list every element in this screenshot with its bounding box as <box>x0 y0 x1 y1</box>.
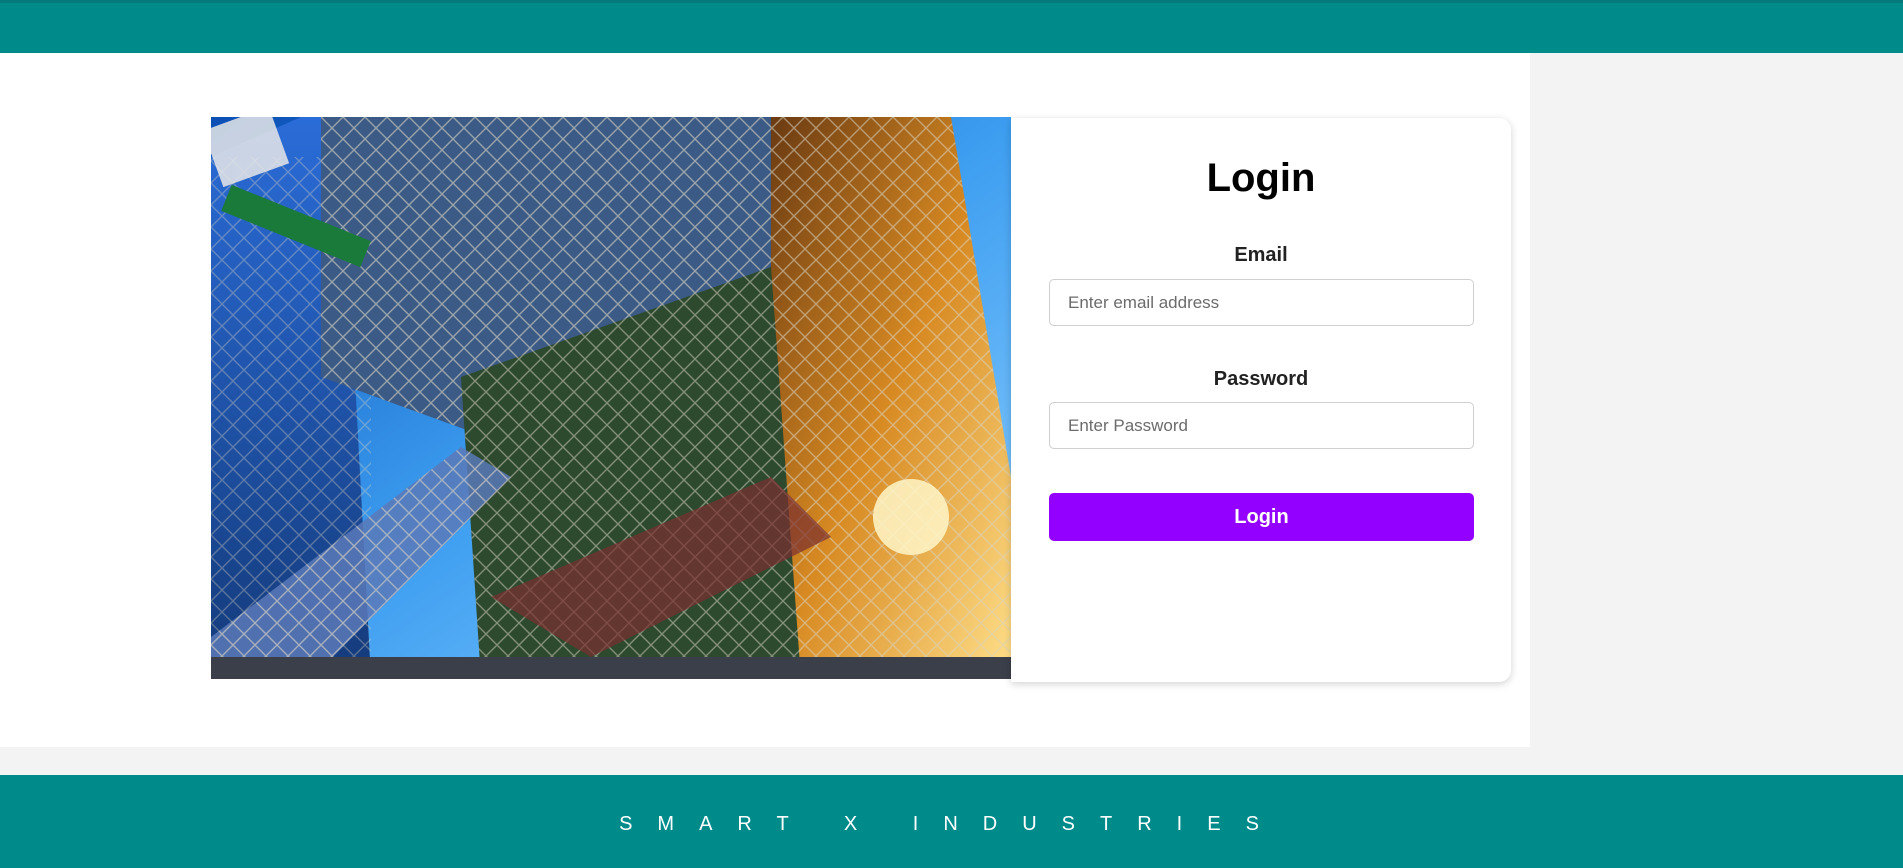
login-button[interactable]: Login <box>1049 493 1474 541</box>
password-label: Password <box>1213 368 1309 390</box>
password-field[interactable] <box>1049 402 1474 449</box>
email-field[interactable] <box>1049 279 1474 326</box>
login-title: Login <box>1206 156 1316 200</box>
hero-building-image <box>211 117 1011 679</box>
login-card: Login Email Password Login <box>1011 118 1511 682</box>
footer-bar: SMART X INDUSTRIES <box>0 775 1903 868</box>
footer-brand-text: SMART X INDUSTRIES <box>619 813 1284 835</box>
email-label: Email <box>1234 244 1288 266</box>
top-header-bar <box>0 0 1903 53</box>
